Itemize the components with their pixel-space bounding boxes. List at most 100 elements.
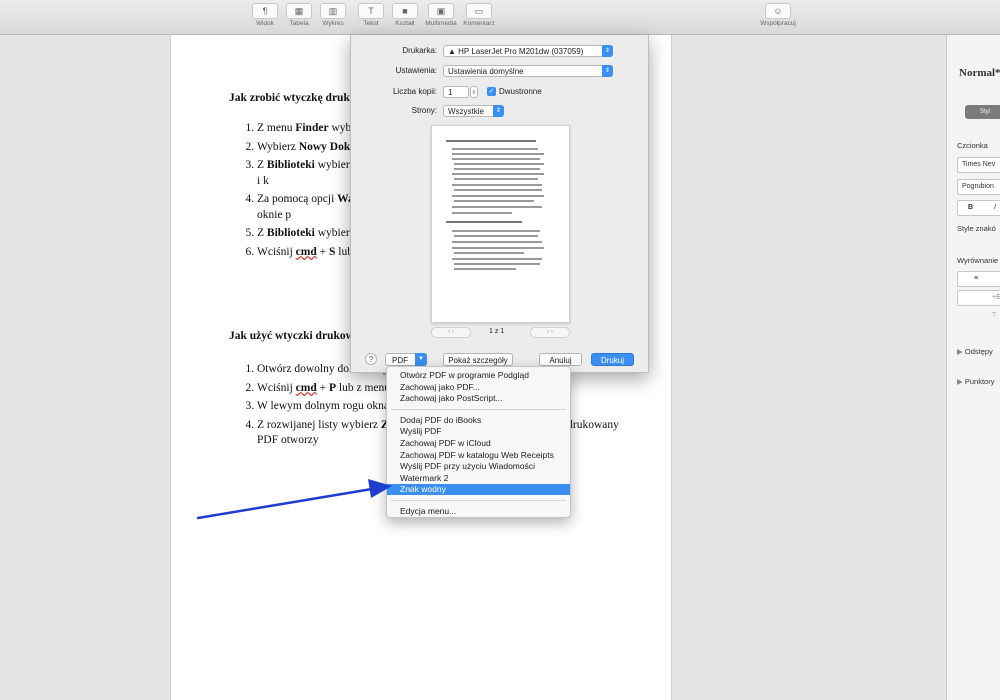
copies-label: Liczba kopii: [392,87,437,96]
popup-arrows-icon: ⇕ [493,105,504,117]
pages-select[interactable]: Wszystkie ⇕ [443,105,504,117]
alignment-segment: ≡ [957,271,1000,287]
pdf-menu-item[interactable]: Otwórz PDF w programie Podgląd [387,370,570,381]
presets-select[interactable]: Ustawienia domyślne ⇕ [443,65,613,77]
list-item-text: Za pomocą opcji [257,193,338,205]
printer-label: Drukarka: [402,46,437,55]
font-section-label: Czcionka [957,141,988,150]
pdf-menu-item[interactable]: Zachowaj PDF w iCloud [387,438,570,449]
pdf-menu-item[interactable]: Zachowaj jako PDF... [387,382,570,393]
alignment-label: Wyrównanie [957,256,999,265]
presets-label: Ustawienia: [395,66,437,75]
toolbar-button-label: Tekst [363,20,379,27]
list-item-text: Wybierz [257,140,299,153]
toolbar-button-wykres[interactable]: ▥ Wykres [316,3,350,27]
list-item-text: cmd [295,245,317,258]
page-indicator: 1 z 1 [489,328,505,335]
text-icon: T [358,3,384,19]
comment-icon: ▭ [466,3,492,19]
list-item-text: Z menu [257,122,296,134]
pages-label: Strony: [411,106,437,115]
help-button[interactable]: ? [365,353,377,365]
toolbar-button-label: Komentarz [463,20,495,27]
valign-top-icon[interactable]: ⊤ [991,309,997,323]
pdf-menu-item[interactable]: Zachowaj jako PostScript... [387,393,570,404]
pdf-menu-item[interactable]: Dodaj PDF do iBooks [387,415,570,426]
bullets-disclosure[interactable]: ▶ Punktory [957,377,994,386]
next-page-button[interactable]: › › [530,327,570,338]
media-icon: ▣ [428,3,454,19]
toolbar-button-label: Multimedia [425,20,457,27]
toolbar-button-label: Widok [255,20,275,27]
indent-icon[interactable]: +E [992,291,1000,305]
text-style-segment: B I [957,200,1000,216]
char-styles-label[interactable]: Style znakó [957,224,996,233]
list-item-text: Z rozwijanej listy wybierz [257,418,381,431]
table-icon: ▦ [286,3,312,19]
cancel-button[interactable]: Anuluj [539,353,582,366]
list-item-text: Finder [295,122,329,134]
format-sidebar: Normal* Styl Czcionka Times Nev Pogrubio… [946,35,1000,700]
disclosure-triangle-icon: ▶ [957,347,965,356]
chevron-down-icon: ▼ [415,353,427,366]
pdf-menu-item[interactable]: Wyślij PDF przy użyciu Wiadomości [387,461,570,472]
popup-arrows-icon: ⇕ [602,45,613,57]
toolbar-button-komentarz[interactable]: ▭ Komentarz [462,3,496,27]
list-item-text: lub z menu [336,381,391,394]
disclosure-triangle-icon: ▶ [957,377,965,386]
italic-button[interactable]: I [994,201,996,215]
heading-make-plugin: Jak zrobić wtyczkę druko [229,92,356,104]
toolbar-button-label: Kształt [395,20,415,27]
popup-arrows-icon: ⇕ [602,65,613,77]
pdf-menu-item[interactable]: Watermark 2 [387,473,570,484]
pdf-menu-item[interactable]: Wyślij PDF [387,426,570,437]
font-weight-select[interactable]: Pogrubion [957,179,1000,195]
style-tab[interactable]: Styl [965,105,1000,119]
list-item-text: Wciśnij [257,245,296,258]
pdf-menu-item[interactable]: Znak wodny [387,484,570,496]
list-item-text: Biblioteki [266,159,315,171]
pdf-menu-button[interactable]: PDF ▼ [385,353,427,366]
toolbar-button-label: Tabela [289,20,309,27]
toolbar-button-label: Współpracuj [760,20,796,27]
align-left-icon[interactable]: ≡ [974,272,978,286]
collaborate-icon: ☺ [765,3,791,19]
toolbar-button-współpracuj[interactable]: ☺ Współpracuj [755,3,801,27]
toolbar: ¶ Widok ▦ Tabela ▥ Wykres T Tekst ■ Kształt ▣ Multi… [0,0,1000,35]
duplex-checkbox[interactable]: ✓ [487,87,496,96]
show-details-button[interactable]: Pokaż szczegóły [443,353,513,366]
list-item-text: Z [257,227,267,239]
toolbar-button-label: Wykres [322,20,344,27]
chart-icon: ▥ [320,3,346,19]
copies-stepper[interactable]: ⇕ [470,86,478,98]
spacing-disclosure[interactable]: ▶ Odstępy [957,347,993,356]
printer-select[interactable]: ▲ HP LaserJet Pro M201dw (037059) ⇕ [443,45,613,57]
list-item-text: + [316,381,329,394]
menu-separator [391,500,566,501]
paragraph-style-name[interactable]: Normal* [959,67,1000,79]
sidebar-icon: ¶ [252,3,278,19]
heading-use-plugin: Jak użyć wtyczki drukow [229,330,354,342]
toolbar-button-multimedia[interactable]: ▣ Multimedia [424,3,458,27]
list-item-text: Biblioteki [266,227,315,239]
font-family-select[interactable]: Times Nev [957,157,1000,173]
toolbar-button-tekst[interactable]: T Tekst [354,3,388,27]
print-dialog: Drukarka: ▲ HP LaserJet Pro M201dw (0370… [350,35,649,373]
list-item-text: Nowy Dok [298,140,351,153]
prev-page-button[interactable]: ‹ ‹ [431,327,471,338]
valign-segment: ⊤ [957,309,1000,323]
toolbar-button-tabela[interactable]: ▦ Tabela [282,3,316,27]
copies-input[interactable]: 1 [443,86,469,98]
pdf-menu-item[interactable]: Edycja menu... [387,506,570,517]
print-button[interactable]: Drukuj [591,353,634,366]
menu-separator [391,408,566,410]
bold-button[interactable]: B [968,201,973,215]
duplex-label: Dwustronne [499,87,542,96]
shape-icon: ■ [392,3,418,19]
list-item-text: P [329,381,337,394]
toolbar-button-widok[interactable]: ¶ Widok [248,3,282,27]
list-item-text: cmd [295,381,317,394]
list-item-text: Wciśnij [257,381,296,394]
toolbar-button-kształt[interactable]: ■ Kształt [388,3,422,27]
pdf-menu-item[interactable]: Zachowaj PDF w katalogu Web Receipts [387,450,570,461]
